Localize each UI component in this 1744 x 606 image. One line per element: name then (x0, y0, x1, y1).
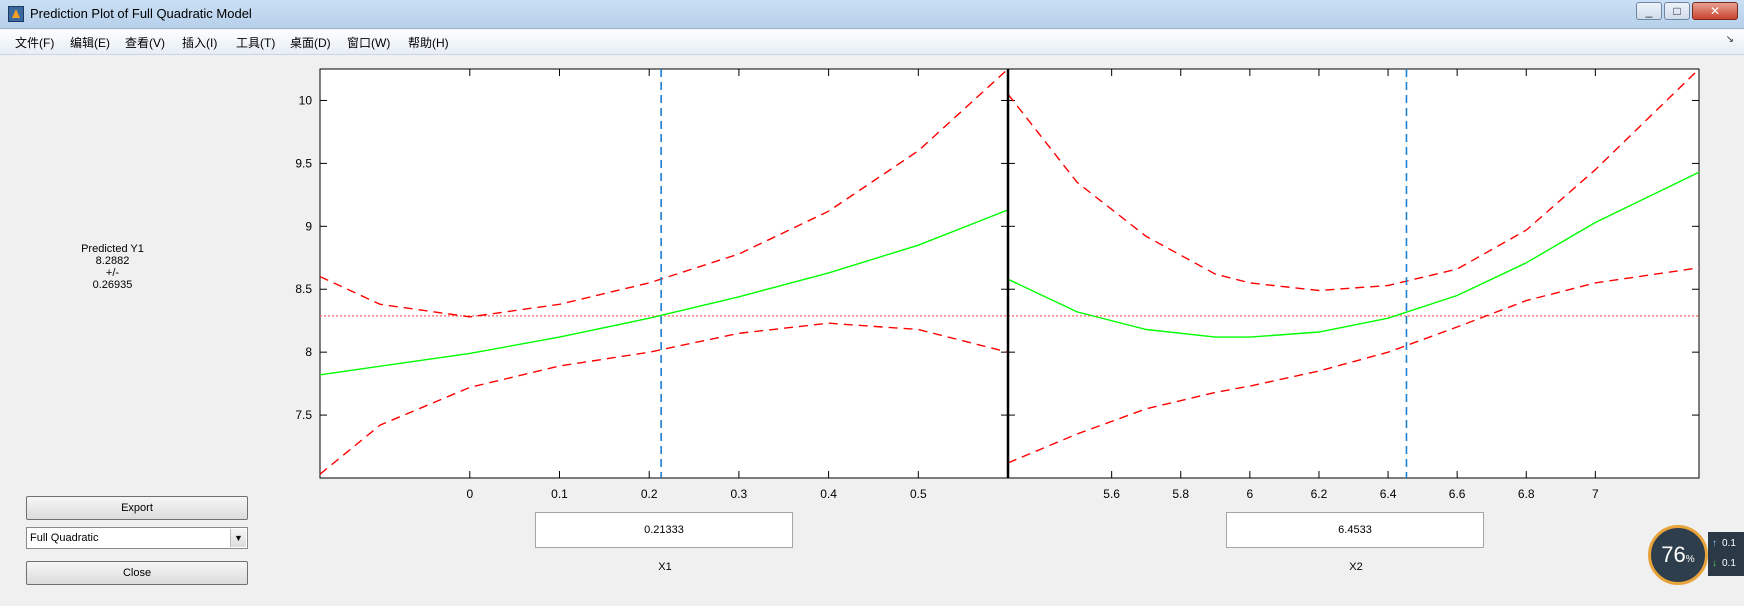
y-tick-label: 10 (299, 93, 313, 107)
y-tick-label: 8 (305, 345, 312, 359)
gauge-percent: 76 (1661, 542, 1686, 567)
y-tick-label: 8.5 (295, 282, 312, 296)
panel2-axes-box (1007, 68, 1700, 479)
panel1-x-tick-label: 0.1 (551, 487, 568, 501)
download-arrow-icon: ↓ (1712, 558, 1717, 569)
panel1-x-tick-label: 0.2 (641, 487, 658, 501)
panel2-x-tick-label: 6 (1247, 487, 1254, 501)
panel1-x-tick-label: 0.3 (731, 487, 748, 501)
panel1-x-tick-label: 0 (466, 487, 473, 501)
panel1-x-tick-label: 0.4 (820, 487, 837, 501)
upload-speed: 0.1 (1722, 538, 1736, 549)
y-tick-label: 9 (305, 219, 312, 233)
y-tick-label: 9.5 (295, 156, 312, 170)
panel1-x-tick-label: 0.5 (910, 487, 927, 501)
panel2-x-tick-label: 5.6 (1103, 487, 1120, 501)
panel2-x-tick-label: 6.4 (1380, 487, 1397, 501)
download-speed: 0.1 (1722, 558, 1736, 569)
upload-arrow-icon: ↑ (1712, 538, 1717, 549)
panel2-x-tick-label: 7 (1592, 487, 1599, 501)
panel2-x-tick-label: 6.2 (1311, 487, 1328, 501)
x1-axis-label: X1 (658, 561, 672, 573)
network-panel: ↑ 0.1 ↓ 0.1 (1708, 532, 1744, 576)
panel1-axes-box (319, 68, 1009, 479)
panel2-x-tick-label: 5.8 (1172, 487, 1189, 501)
panel2-x-tick-label: 6.6 (1449, 487, 1466, 501)
gauge-unit: % (1685, 554, 1695, 565)
x1-value-input[interactable]: 0.21333 (535, 512, 793, 548)
panel2-x-tick-label: 6.8 (1518, 487, 1535, 501)
x2-value-input[interactable]: 6.4533 (1226, 512, 1484, 548)
y-tick-label: 7.5 (295, 408, 312, 422)
cpu-gauge[interactable]: 76% (1648, 525, 1708, 585)
x2-axis-label: X2 (1349, 561, 1363, 573)
